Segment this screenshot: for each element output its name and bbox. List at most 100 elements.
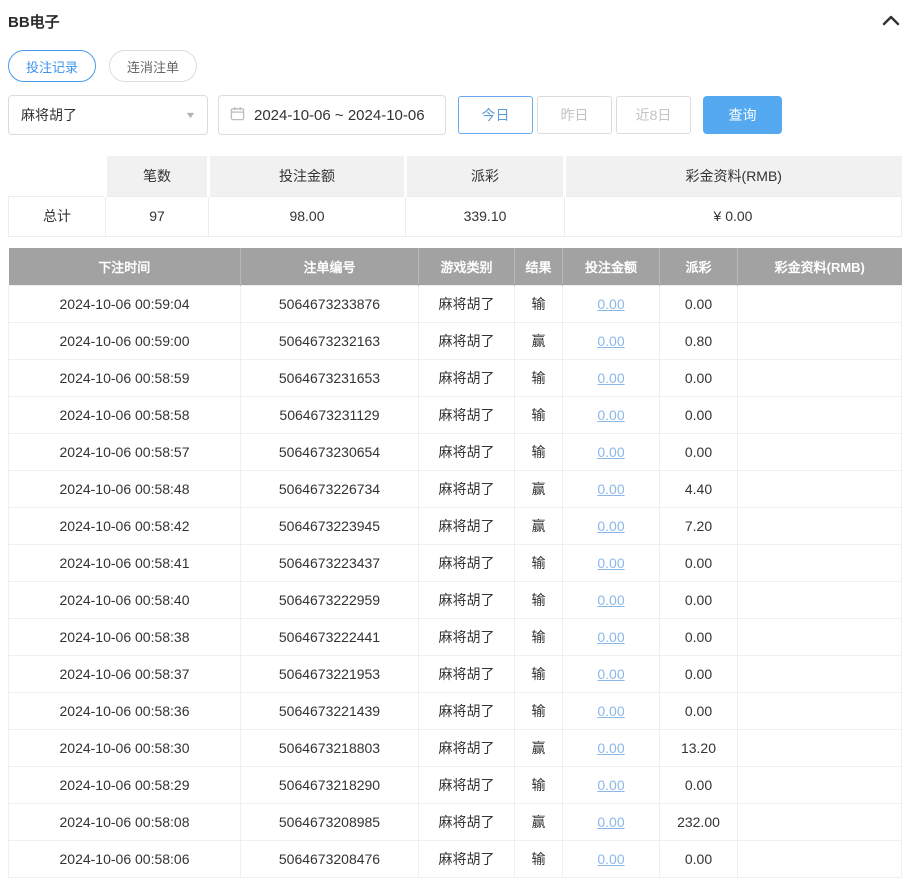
- table-row: 2024-10-06 00:58:41 5064673223437 麻将胡了 输…: [9, 545, 902, 582]
- bonus-cell: [738, 434, 902, 471]
- game-type-cell: 麻将胡了: [419, 434, 515, 471]
- filter-bar: 麻将胡了 ▼ 2024-10-06 ~ 2024-10-06 今日 昨日 近8日…: [8, 95, 902, 135]
- date-range-value: 2024-10-06 ~ 2024-10-06: [254, 107, 425, 124]
- table-row: 2024-10-06 00:58:42 5064673223945 麻将胡了 赢…: [9, 508, 902, 545]
- game-type-cell: 麻将胡了: [419, 656, 515, 693]
- date-range-picker[interactable]: 2024-10-06 ~ 2024-10-06: [218, 95, 446, 135]
- game-type-cell: 麻将胡了: [419, 730, 515, 767]
- bet-amount-link[interactable]: 0.00: [597, 777, 624, 793]
- today-button[interactable]: 今日: [458, 96, 533, 134]
- summary-header-count: 笔数: [106, 156, 209, 196]
- bonus-cell: [738, 397, 902, 434]
- bet-amount-cell: 0.00: [563, 397, 660, 434]
- bet-time-cell: 2024-10-06 00:58:40: [9, 582, 241, 619]
- table-row: 2024-10-06 00:58:48 5064673226734 麻将胡了 赢…: [9, 471, 902, 508]
- bet-id-cell: 5064673226734: [241, 471, 419, 508]
- result-cell: 赢: [515, 508, 563, 545]
- game-type-cell: 麻将胡了: [419, 841, 515, 878]
- bet-amount-cell: 0.00: [563, 360, 660, 397]
- summary-table: 笔数 投注金额 派彩 彩金资料(RMB) 总计 97 98.00 339.10 …: [8, 156, 902, 237]
- bet-amount-link[interactable]: 0.00: [597, 370, 624, 386]
- bonus-cell: [738, 323, 902, 360]
- summary-total-payout: 339.10: [406, 196, 565, 236]
- game-type-cell: 麻将胡了: [419, 804, 515, 841]
- table-row: 2024-10-06 00:58:38 5064673222441 麻将胡了 输…: [9, 619, 902, 656]
- bet-amount-link[interactable]: 0.00: [597, 407, 624, 423]
- payout-cell: 0.00: [660, 434, 738, 471]
- payout-cell: 0.00: [660, 656, 738, 693]
- bet-id-cell: 5064673222441: [241, 619, 419, 656]
- result-cell: 输: [515, 767, 563, 804]
- bet-amount-cell: 0.00: [563, 582, 660, 619]
- bonus-cell: [738, 508, 902, 545]
- bet-amount-link[interactable]: 0.00: [597, 629, 624, 645]
- yesterday-button[interactable]: 昨日: [537, 96, 612, 134]
- payout-cell: 4.40: [660, 471, 738, 508]
- bonus-cell: [738, 286, 902, 323]
- bet-id-cell: 5064673223437: [241, 545, 419, 582]
- payout-cell: 0.00: [660, 841, 738, 878]
- tab-bet-records[interactable]: 投注记录: [8, 50, 96, 82]
- bonus-cell: [738, 841, 902, 878]
- collapse-panel-button[interactable]: [880, 11, 902, 32]
- bet-id-cell: 5064673230654: [241, 434, 419, 471]
- bet-time-cell: 2024-10-06 00:58:29: [9, 767, 241, 804]
- bet-id-cell: 5064673231653: [241, 360, 419, 397]
- last-8-days-button[interactable]: 近8日: [616, 96, 691, 134]
- bet-amount-cell: 0.00: [563, 471, 660, 508]
- bet-amount-link[interactable]: 0.00: [597, 518, 624, 534]
- bet-amount-link[interactable]: 0.00: [597, 333, 624, 349]
- game-type-cell: 麻将胡了: [419, 582, 515, 619]
- result-cell: 输: [515, 286, 563, 323]
- bet-id-cell: 5064673221953: [241, 656, 419, 693]
- bet-amount-link[interactable]: 0.00: [597, 296, 624, 312]
- bonus-cell: [738, 471, 902, 508]
- bet-id-cell: 5064673223945: [241, 508, 419, 545]
- table-row: 2024-10-06 00:58:08 5064673208985 麻将胡了 赢…: [9, 804, 902, 841]
- bet-table: 下注时间 注单编号 游戏类别 结果 投注金额 派彩 彩金资料(RMB) 2024…: [8, 248, 902, 879]
- tab-cancelled-bets[interactable]: 连消注单: [109, 50, 197, 82]
- bet-amount-link[interactable]: 0.00: [597, 481, 624, 497]
- bet-amount-link[interactable]: 0.00: [597, 851, 624, 867]
- page-title: BB电子: [8, 11, 60, 32]
- result-cell: 输: [515, 841, 563, 878]
- bet-amount-link[interactable]: 0.00: [597, 703, 624, 719]
- quick-date-buttons: 今日 昨日 近8日: [458, 96, 691, 134]
- bonus-cell: [738, 693, 902, 730]
- summary-total-count: 97: [106, 196, 209, 236]
- result-cell: 赢: [515, 323, 563, 360]
- payout-cell: 0.00: [660, 767, 738, 804]
- bet-id-cell: 5064673208985: [241, 804, 419, 841]
- result-cell: 输: [515, 656, 563, 693]
- payout-cell: 0.00: [660, 397, 738, 434]
- table-row: 2024-10-06 00:58:58 5064673231129 麻将胡了 输…: [9, 397, 902, 434]
- result-cell: 输: [515, 693, 563, 730]
- bet-amount-link[interactable]: 0.00: [597, 740, 624, 756]
- bet-id-cell: 5064673222959: [241, 582, 419, 619]
- bet-amount-cell: 0.00: [563, 545, 660, 582]
- col-header-payout: 派彩: [660, 248, 738, 286]
- bonus-cell: [738, 656, 902, 693]
- bet-amount-link[interactable]: 0.00: [597, 814, 624, 830]
- bonus-cell: [738, 619, 902, 656]
- bet-time-cell: 2024-10-06 00:58:30: [9, 730, 241, 767]
- result-cell: 输: [515, 582, 563, 619]
- bet-amount-link[interactable]: 0.00: [597, 555, 624, 571]
- result-cell: 赢: [515, 804, 563, 841]
- game-type-cell: 麻将胡了: [419, 619, 515, 656]
- bet-amount-link[interactable]: 0.00: [597, 592, 624, 608]
- table-row: 2024-10-06 00:58:30 5064673218803 麻将胡了 赢…: [9, 730, 902, 767]
- bet-time-cell: 2024-10-06 00:58:36: [9, 693, 241, 730]
- summary-total-bet-amount: 98.00: [209, 196, 406, 236]
- game-select[interactable]: 麻将胡了 ▼: [8, 95, 208, 135]
- bet-amount-cell: 0.00: [563, 434, 660, 471]
- chevron-up-icon: [882, 13, 900, 30]
- calendar-icon: [230, 106, 245, 125]
- col-header-bet-amount: 投注金额: [563, 248, 660, 286]
- query-button[interactable]: 查询: [703, 96, 782, 134]
- summary-total-bonus: ¥ 0.00: [565, 196, 902, 236]
- bet-amount-link[interactable]: 0.00: [597, 666, 624, 682]
- col-header-bonus: 彩金资料(RMB): [738, 248, 902, 286]
- bet-amount-link[interactable]: 0.00: [597, 444, 624, 460]
- bet-amount-cell: 0.00: [563, 508, 660, 545]
